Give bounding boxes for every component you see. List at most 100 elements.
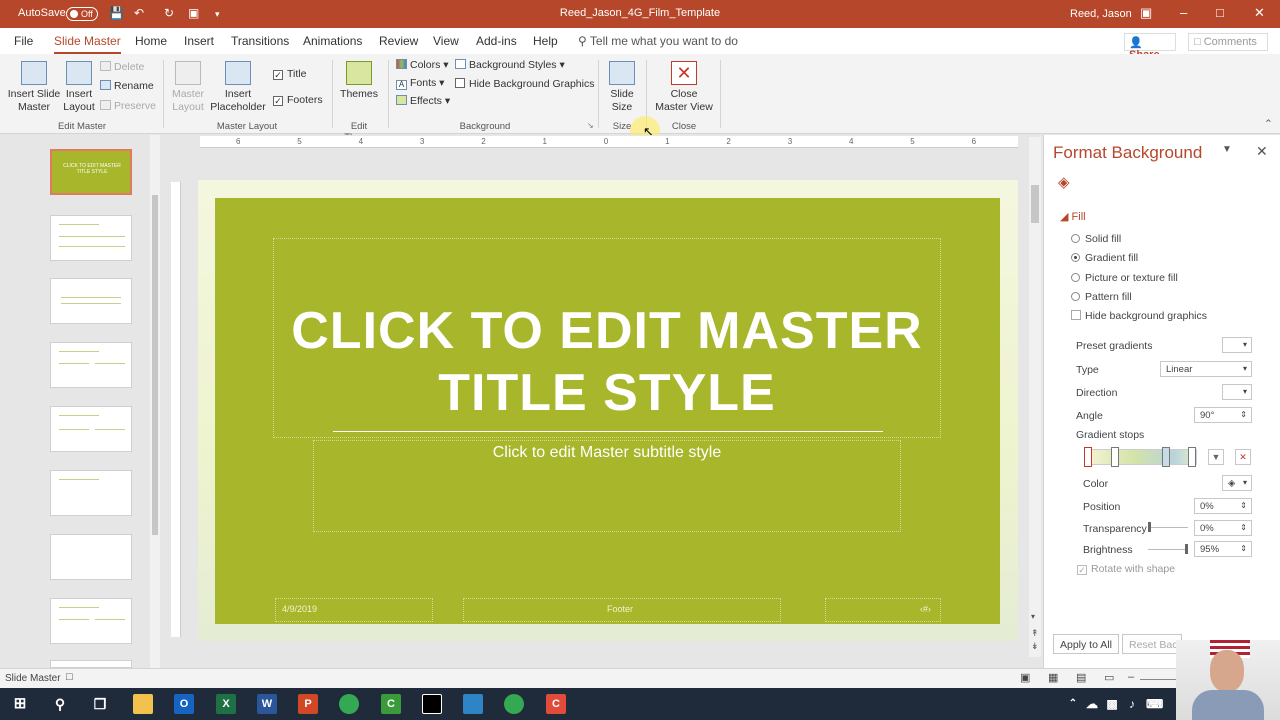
- gradient-fill-radio[interactable]: Gradient fill: [1071, 252, 1138, 264]
- word-icon[interactable]: W: [257, 694, 277, 714]
- ribbon-display-icon[interactable]: ▣: [1140, 5, 1152, 21]
- powerpoint-icon[interactable]: P: [298, 694, 318, 714]
- themes-button[interactable]: Themes: [340, 61, 378, 101]
- apply-to-all-button[interactable]: Apply to All: [1053, 634, 1119, 654]
- pane-options-icon[interactable]: ▼: [1222, 144, 1232, 155]
- brightness-slider-thumb[interactable]: [1185, 544, 1188, 554]
- tab-add-ins[interactable]: Add-ins: [476, 34, 517, 48]
- picture-texture-fill-radio[interactable]: Picture or texture fill: [1071, 272, 1178, 284]
- onedrive-icon[interactable]: ☁: [1084, 694, 1100, 714]
- tab-home[interactable]: Home: [135, 34, 167, 48]
- preset-gradients-dropdown[interactable]: ▾: [1222, 337, 1252, 353]
- share-button[interactable]: 👤 Share: [1124, 33, 1176, 61]
- slide-number[interactable]: ‹#›: [920, 604, 931, 614]
- angle-input[interactable]: 90° ⇕: [1194, 407, 1252, 423]
- collapse-ribbon-icon[interactable]: ⌃: [1264, 118, 1273, 130]
- system-tray-chevron-icon[interactable]: ⌃: [1066, 694, 1080, 714]
- colors-dropdown[interactable]: Colors ▾: [396, 59, 449, 71]
- scroll-down-icon[interactable]: ▾: [1031, 612, 1035, 621]
- tab-view[interactable]: View: [433, 34, 459, 48]
- search-icon[interactable]: ⚲: [50, 694, 70, 714]
- close-master-view-button[interactable]: ✕ Close Master View: [652, 61, 716, 114]
- gradient-stop[interactable]: [1188, 447, 1196, 467]
- excel-icon[interactable]: X: [216, 694, 236, 714]
- next-slide-icon[interactable]: ↡: [1031, 641, 1039, 652]
- fill-section-header[interactable]: ◢ Fill: [1060, 210, 1086, 223]
- slide-scrollbar[interactable]: [1029, 137, 1041, 657]
- add-gradient-stop-icon[interactable]: ▼: [1208, 449, 1224, 465]
- tab-help[interactable]: Help: [533, 34, 558, 48]
- thumbnail-layout[interactable]: [50, 534, 132, 580]
- slide-size-button[interactable]: Slide Size: [604, 61, 640, 114]
- hide-background-graphics-checkbox[interactable]: Hide Background Graphics: [455, 78, 594, 90]
- remove-gradient-stop-icon[interactable]: ✕: [1235, 449, 1251, 465]
- tab-insert[interactable]: Insert: [184, 34, 214, 48]
- direction-dropdown[interactable]: ▾: [1222, 384, 1252, 400]
- network-icon[interactable]: ▩: [1104, 694, 1120, 714]
- zoom-slider[interactable]: [1140, 679, 1176, 680]
- previous-slide-icon[interactable]: ↟: [1031, 628, 1039, 639]
- gradient-stops-bar[interactable]: [1085, 449, 1197, 465]
- transparency-input[interactable]: 0% ⇕: [1194, 520, 1252, 536]
- pane-close-icon[interactable]: ✕: [1256, 143, 1268, 160]
- footers-checkbox[interactable]: ✓ Footers: [273, 94, 323, 106]
- tab-slide-master[interactable]: Slide Master: [54, 34, 121, 54]
- accessibility-icon[interactable]: □: [66, 671, 73, 683]
- master-layout-button[interactable]: Master Layout: [171, 61, 205, 114]
- thumbnail-layout[interactable]: [50, 598, 132, 644]
- color-picker-dropdown[interactable]: ◈ ▾: [1222, 475, 1252, 491]
- insert-slide-master-button[interactable]: Insert Slide Master: [6, 61, 62, 114]
- position-input[interactable]: 0% ⇕: [1194, 498, 1252, 514]
- task-view-icon[interactable]: ❐: [90, 694, 110, 714]
- normal-view-icon[interactable]: ▣: [1020, 671, 1030, 684]
- file-explorer-icon[interactable]: [133, 694, 153, 714]
- thumbnail-layout[interactable]: [50, 215, 132, 261]
- brightness-slider[interactable]: [1148, 549, 1188, 550]
- slide-subtitle[interactable]: Click to edit Master subtitle style: [313, 444, 901, 462]
- type-dropdown[interactable]: Linear ▾: [1160, 361, 1252, 377]
- delete-button[interactable]: Delete: [100, 61, 144, 73]
- recorder-icon[interactable]: C: [546, 694, 566, 714]
- keyboard-icon[interactable]: ⌨: [1146, 694, 1163, 714]
- insert-layout-button[interactable]: Insert Layout: [62, 61, 96, 114]
- slide-footer[interactable]: Footer: [607, 604, 633, 614]
- rotate-with-shape-checkbox[interactable]: ✓ Rotate with shape: [1077, 563, 1175, 575]
- thumbnail-layout[interactable]: [50, 660, 132, 668]
- thumbnail-layout[interactable]: [50, 470, 132, 516]
- tab-file[interactable]: File: [14, 34, 33, 48]
- minimize-icon[interactable]: –: [1180, 5, 1187, 20]
- chrome-icon[interactable]: [339, 694, 359, 714]
- tell-me-search[interactable]: ⚲ Tell me what you want to do: [578, 34, 738, 48]
- thumbnail-layout[interactable]: [50, 342, 132, 388]
- app-icon[interactable]: [422, 694, 442, 714]
- slide-sorter-icon[interactable]: ▦: [1048, 671, 1058, 684]
- tab-review[interactable]: Review: [379, 34, 418, 48]
- gradient-stop[interactable]: [1084, 447, 1092, 467]
- transparency-slider-thumb[interactable]: [1148, 522, 1151, 532]
- thumbnail-layout[interactable]: [50, 406, 132, 452]
- close-icon[interactable]: ✕: [1254, 5, 1265, 21]
- chrome-profile-icon[interactable]: [504, 694, 524, 714]
- dialog-launcher-icon[interactable]: ↘: [587, 121, 594, 130]
- reading-view-icon[interactable]: ▤: [1076, 671, 1086, 684]
- user-name[interactable]: Reed, Jason: [1070, 8, 1132, 20]
- maximize-icon[interactable]: □: [1216, 5, 1224, 20]
- gradient-stop[interactable]: [1162, 447, 1170, 467]
- thumbnail-layout[interactable]: [50, 278, 132, 324]
- windows-start-icon[interactable]: ⊞: [10, 694, 30, 714]
- hide-background-graphics-option[interactable]: Hide background graphics: [1071, 310, 1207, 322]
- slide-show-icon[interactable]: ▭: [1104, 671, 1114, 684]
- zoom-out-icon[interactable]: –: [1128, 671, 1134, 683]
- title-checkbox[interactable]: ✓ Title: [273, 68, 306, 80]
- thumbnail-slide-master[interactable]: CLICK TO EDIT MASTER TITLE STYLE: [50, 149, 132, 195]
- tab-transitions[interactable]: Transitions: [231, 34, 289, 48]
- insert-placeholder-button[interactable]: Insert Placeholder: [209, 61, 267, 114]
- remote-desktop-icon[interactable]: [463, 694, 483, 714]
- effects-dropdown[interactable]: Effects ▾: [396, 95, 450, 107]
- pattern-fill-radio[interactable]: Pattern fill: [1071, 291, 1132, 303]
- brightness-input[interactable]: 95% ⇕: [1194, 541, 1252, 557]
- solid-fill-radio[interactable]: Solid fill: [1071, 233, 1121, 245]
- rename-button[interactable]: Rename: [100, 80, 154, 92]
- fill-bucket-icon[interactable]: ◈: [1058, 173, 1070, 191]
- comments-button[interactable]: □ Comments: [1188, 33, 1268, 51]
